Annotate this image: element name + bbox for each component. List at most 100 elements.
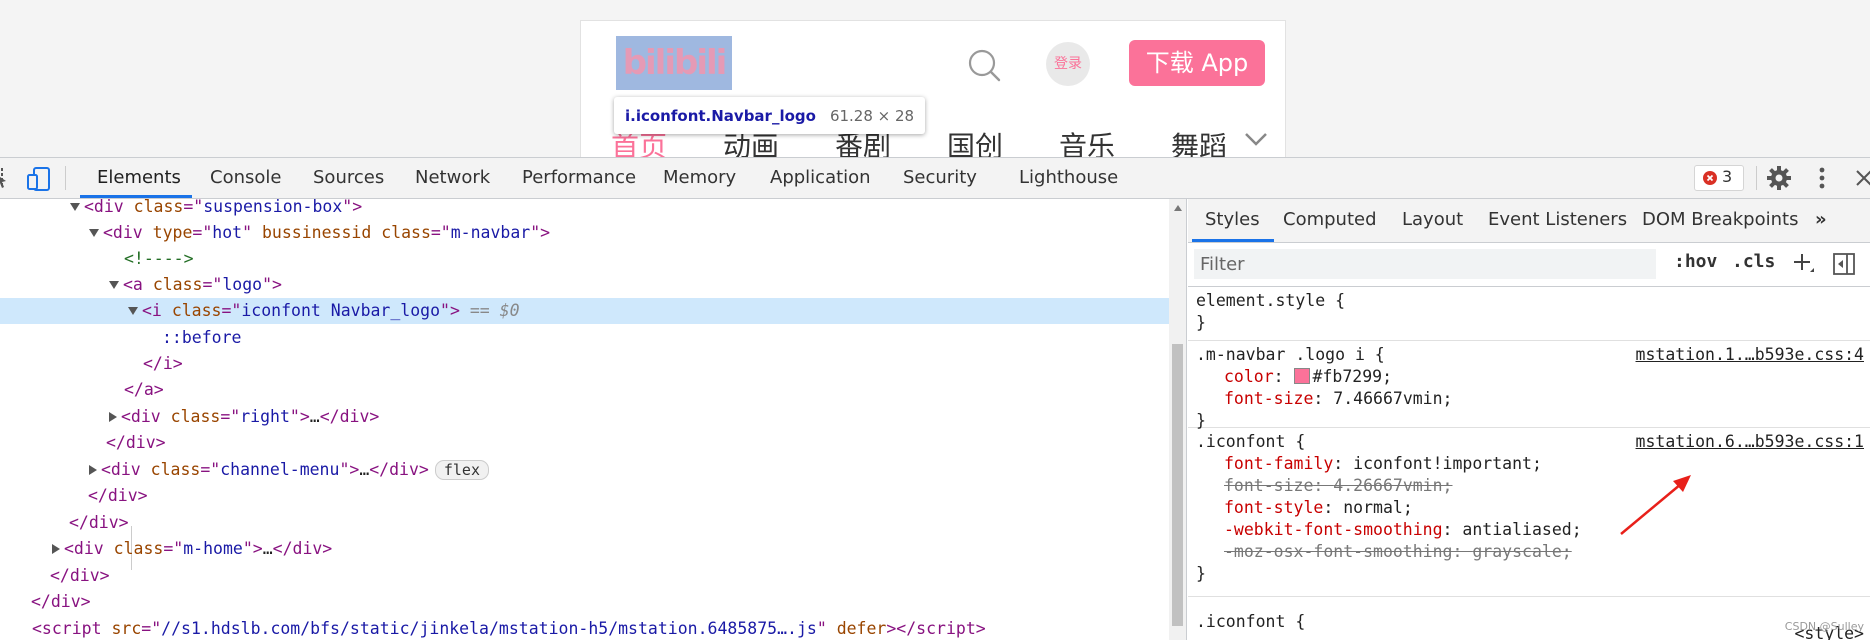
element-tooltip: i.iconfont.Navbar_logo 61.28 × 28 bbox=[614, 97, 926, 134]
hover-state-toggle[interactable]: :hov bbox=[1674, 251, 1717, 272]
stylesheet-link[interactable]: mstation.6.…b593e.css:1 bbox=[1636, 431, 1864, 453]
rule-close-brace: } bbox=[1196, 313, 1206, 332]
dom-close-tag[interactable]: </a> bbox=[0, 377, 1169, 403]
dom-close-tag[interactable]: </i> bbox=[0, 351, 1169, 377]
dom-node[interactable]: <div class="right">…</div> bbox=[0, 404, 1169, 430]
dom-close-tag[interactable]: </div> bbox=[0, 589, 1169, 615]
dom-node[interactable]: <div class="suspension-box"> bbox=[0, 199, 1169, 220]
rule-close-brace: } bbox=[1196, 564, 1206, 583]
tab-dom-breakpoints[interactable]: DOM Breakpoints bbox=[1642, 199, 1798, 241]
style-rule-navbar-logo: .m-navbar .logo i { mstation.1.…b593e.cs… bbox=[1188, 341, 1870, 430]
dom-close-tag[interactable]: </div> bbox=[0, 430, 1169, 456]
rule-selector[interactable]: .m-navbar .logo i { bbox=[1196, 344, 1385, 366]
error-counter[interactable]: 3 bbox=[1694, 165, 1744, 191]
style-rule-element: element.style { } bbox=[1188, 287, 1870, 341]
dom-node[interactable]: <div class="channel-menu">…</div> flex bbox=[0, 457, 1169, 483]
tab-event-listeners[interactable]: Event Listeners bbox=[1488, 199, 1627, 241]
css-declaration-overridden[interactable]: font-size: 4.26667vmin; bbox=[1224, 475, 1453, 497]
color-swatch[interactable] bbox=[1293, 368, 1310, 384]
rule-selector[interactable]: element.style { bbox=[1196, 290, 1345, 312]
error-icon bbox=[1703, 171, 1717, 185]
new-style-rule-icon[interactable] bbox=[1792, 250, 1814, 276]
close-icon[interactable] bbox=[1855, 169, 1870, 187]
tab-styles[interactable]: Styles bbox=[1205, 199, 1260, 241]
gear-icon[interactable] bbox=[1766, 165, 1792, 191]
mobile-viewport: bilibili 登录 下载 App 首页 动画 番剧 国创 音乐 舞蹈 bbox=[580, 20, 1286, 158]
dom-comment[interactable]: <!----> bbox=[0, 246, 1169, 272]
tooltip-dimensions: 61.28 × 28 bbox=[829, 106, 915, 125]
rule-selector[interactable]: .iconfont { bbox=[1196, 431, 1305, 453]
expand-triangle-icon[interactable] bbox=[89, 465, 97, 475]
annotation-arrow bbox=[1620, 475, 1691, 535]
tooltip-selector: i.iconfont.Navbar_logo bbox=[625, 106, 816, 125]
channel-item[interactable]: 音乐 bbox=[1059, 125, 1171, 158]
tab-security[interactable]: Security bbox=[903, 158, 977, 198]
flex-badge[interactable]: flex bbox=[434, 460, 489, 480]
tab-application[interactable]: Application bbox=[770, 158, 871, 198]
collapse-triangle-icon[interactable] bbox=[70, 203, 80, 211]
rule-selector[interactable]: .iconfont { bbox=[1196, 611, 1305, 633]
dom-node[interactable]: <script src="//s1.hdslb.com/bfs/static/j… bbox=[0, 616, 1169, 640]
channel-item[interactable]: 国创 bbox=[947, 125, 1059, 158]
tab-lighthouse[interactable]: Lighthouse bbox=[1019, 158, 1118, 198]
tab-console[interactable]: Console bbox=[210, 158, 281, 198]
tab-sources[interactable]: Sources bbox=[313, 158, 384, 198]
tab-performance[interactable]: Performance bbox=[522, 158, 636, 198]
active-tab-indicator bbox=[1192, 239, 1274, 242]
inspect-icon[interactable] bbox=[0, 167, 8, 189]
styles-pane: Styles Computed Layout Event Listeners D… bbox=[1188, 199, 1870, 640]
toolbar-divider bbox=[1756, 166, 1757, 190]
css-declaration[interactable]: color: #fb7299; bbox=[1224, 366, 1392, 388]
style-rule-iconfont: .iconfont { mstation.6.…b593e.css:1 font… bbox=[1188, 428, 1870, 597]
toolbar-divider bbox=[65, 166, 66, 190]
tab-layout[interactable]: Layout bbox=[1402, 199, 1463, 241]
page-preview: bilibili 登录 下载 App 首页 动画 番剧 国创 音乐 舞蹈 i.i… bbox=[0, 0, 1870, 158]
css-declaration[interactable]: -webkit-font-smoothing: antialiased; bbox=[1224, 519, 1582, 541]
logo-highlight: bilibili bbox=[616, 36, 732, 90]
elements-dom-tree: <div class="suspension-box"> <div type="… bbox=[0, 199, 1169, 640]
dom-close-tag[interactable]: </div> bbox=[0, 510, 1169, 536]
css-declaration-overridden[interactable]: -moz-osx-font-smoothing: grayscale; bbox=[1224, 541, 1572, 563]
error-count: 3 bbox=[1722, 167, 1733, 186]
styles-tabbar: Styles Computed Layout Event Listeners D… bbox=[1188, 199, 1870, 243]
styles-filter-bar: :hov .cls bbox=[1188, 243, 1870, 287]
devtools-toolbar: Elements Console Sources Network Perform… bbox=[0, 157, 1870, 199]
dom-node[interactable]: <div type="hot" bussinessid class="m-nav… bbox=[0, 220, 1169, 246]
scroll-up-arrow-icon[interactable] bbox=[1174, 205, 1182, 211]
collapse-triangle-icon[interactable] bbox=[128, 307, 138, 315]
device-toolbar-icon[interactable] bbox=[27, 167, 51, 191]
expand-triangle-icon[interactable] bbox=[109, 412, 117, 422]
dom-node-selected[interactable]: <i class="iconfont Navbar_logo"> == $0 bbox=[0, 298, 1169, 324]
chevron-down-icon[interactable] bbox=[1243, 129, 1269, 149]
tab-computed[interactable]: Computed bbox=[1283, 199, 1377, 241]
download-app-button[interactable]: 下载 App bbox=[1129, 40, 1265, 86]
active-tab-indicator bbox=[80, 195, 192, 198]
tab-elements[interactable]: Elements bbox=[97, 158, 181, 198]
class-toggle[interactable]: .cls bbox=[1732, 251, 1775, 272]
styles-filter-input[interactable] bbox=[1194, 249, 1656, 279]
dom-pseudo-element[interactable]: ::before bbox=[0, 325, 1169, 351]
bilibili-logo[interactable]: bilibili bbox=[616, 36, 732, 90]
dom-close-tag[interactable]: </div> bbox=[0, 563, 1169, 589]
style-rule-iconfont-2: .iconfont { <style> bbox=[1188, 597, 1870, 640]
dom-node[interactable]: <div class="m-home">…</div> bbox=[0, 536, 1169, 562]
more-tabs-chevron-icon[interactable]: » bbox=[1815, 199, 1827, 241]
login-button[interactable]: 登录 bbox=[1046, 42, 1090, 86]
collapse-triangle-icon[interactable] bbox=[109, 281, 119, 289]
more-vert-icon[interactable] bbox=[1818, 166, 1826, 190]
tab-network[interactable]: Network bbox=[415, 158, 490, 198]
stylesheet-link[interactable]: mstation.1.…b593e.css:4 bbox=[1636, 344, 1864, 366]
css-declaration[interactable]: font-size: 7.46667vmin; bbox=[1224, 388, 1453, 410]
watermark: CSDN @Sulley bbox=[1784, 620, 1864, 633]
css-declaration[interactable]: font-family: iconfont!important; bbox=[1224, 453, 1542, 475]
dom-close-tag[interactable]: </div> bbox=[0, 483, 1169, 509]
tab-memory[interactable]: Memory bbox=[663, 158, 736, 198]
expand-triangle-icon[interactable] bbox=[52, 544, 60, 554]
toggle-sidebar-icon[interactable] bbox=[1833, 253, 1855, 275]
dom-node[interactable]: <a class="logo"> bbox=[0, 272, 1169, 298]
elements-scrollbar[interactable] bbox=[1169, 199, 1187, 640]
collapse-triangle-icon[interactable] bbox=[89, 229, 99, 237]
search-icon[interactable] bbox=[966, 47, 1002, 83]
css-declaration[interactable]: font-style: normal; bbox=[1224, 497, 1413, 519]
scrollbar-thumb[interactable] bbox=[1172, 344, 1183, 626]
